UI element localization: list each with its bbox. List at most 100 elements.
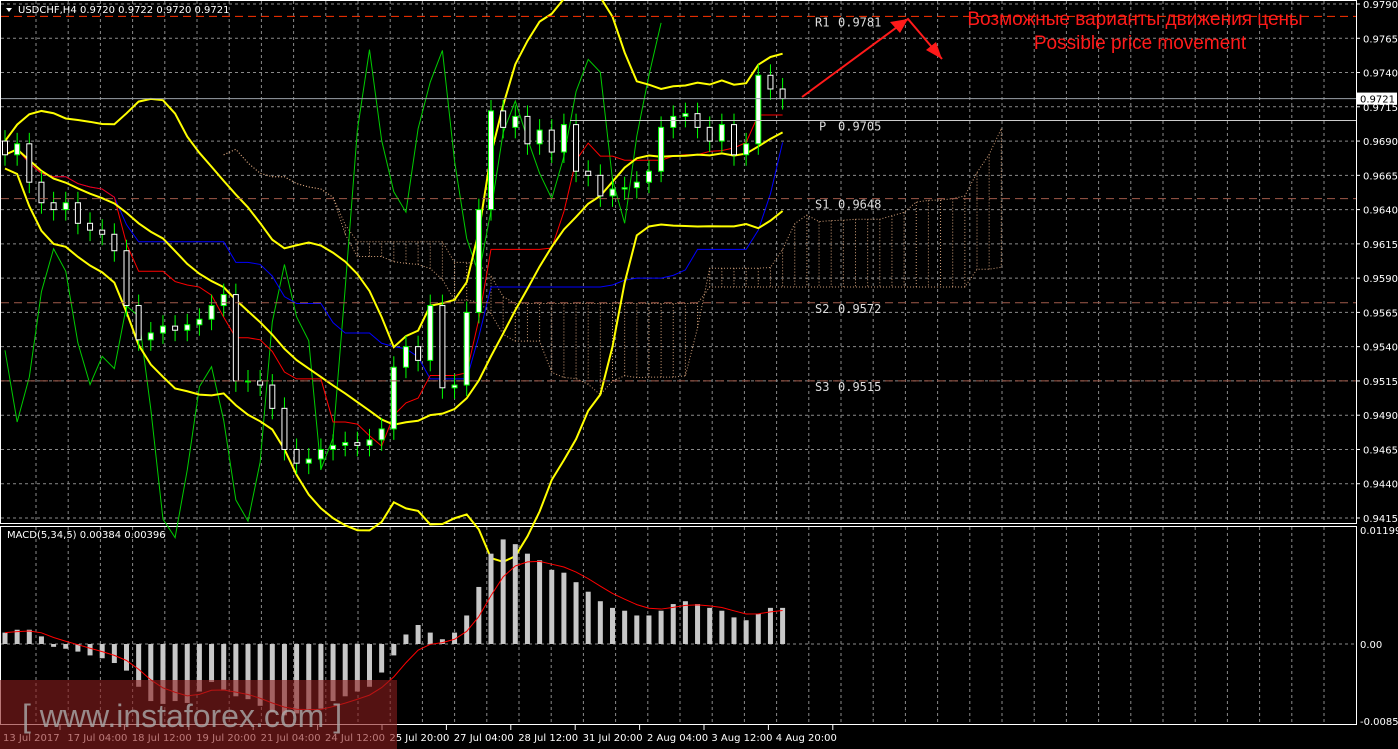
candle-body <box>184 324 191 331</box>
macd-histogram-bar <box>695 604 701 644</box>
pivot-value-s3: 0.9515 <box>838 380 881 394</box>
candle-body <box>123 250 130 307</box>
candle-body <box>512 115 519 128</box>
candle-body <box>767 74 774 90</box>
candle-body <box>609 188 616 197</box>
pivot-label-s1: S1 <box>815 198 829 212</box>
candle-body <box>14 143 21 156</box>
macd-y-tick-label: 0.01199 <box>1360 526 1398 537</box>
macd-histogram-bar <box>512 544 518 644</box>
y-tick-label: 0.9565 <box>1363 308 1398 319</box>
macd-histogram-bar <box>124 644 129 671</box>
annotation-en: Possible price movement <box>1034 33 1247 54</box>
macd-histogram-bar <box>780 607 786 644</box>
y-tick-label: 0.9690 <box>1363 137 1398 148</box>
macd-histogram-bar <box>415 624 421 644</box>
macd-histogram-bar <box>209 644 215 683</box>
macd-histogram-bar <box>500 539 506 644</box>
candle-body <box>560 124 567 153</box>
macd-histogram-bar <box>597 601 603 644</box>
candle-body <box>597 174 604 197</box>
candle-body <box>743 143 750 156</box>
current-price-label: 0.9721 <box>1360 95 1395 106</box>
x-tick-label: 2 Aug 04:00 <box>647 733 708 744</box>
y-tick-label: 0.9490 <box>1363 411 1398 422</box>
pivot-label-p: P <box>819 120 826 134</box>
macd-histogram-bar <box>87 644 93 656</box>
senkou-span-b <box>223 148 1002 304</box>
macd-histogram-bar <box>731 617 737 644</box>
y-tick-label: 0.9540 <box>1363 343 1398 354</box>
candle-body <box>670 115 677 128</box>
price-panel-frame <box>0 0 1357 524</box>
candle-body <box>573 124 580 172</box>
pivot-value-r1: 0.9781 <box>838 15 881 29</box>
candle-body <box>500 110 507 128</box>
candle-body <box>755 74 762 145</box>
candle-body <box>548 129 555 153</box>
ohlc-readout: 0.9720 0.9722 0.9720 0.9721 <box>80 5 230 16</box>
macd-histogram-bar <box>573 582 579 644</box>
bollinger-upper-line <box>4 0 783 349</box>
macd-histogram-bar <box>634 615 640 644</box>
candle-body <box>147 332 154 341</box>
y-tick-label: 0.9590 <box>1363 274 1398 285</box>
candle-body <box>463 311 470 386</box>
x-tick-label: 28 Jul 12:00 <box>518 733 578 744</box>
candle-body <box>330 444 337 450</box>
pivot-value-s1: 0.9648 <box>838 198 881 212</box>
candle-body <box>682 113 689 117</box>
macd-y-tick-label: 0.00 <box>1360 640 1382 651</box>
candle-body <box>633 181 640 189</box>
candle-body <box>427 305 434 361</box>
y-tick-label: 0.9465 <box>1363 445 1398 456</box>
pivot-label-s2: S2 <box>815 302 829 316</box>
candle-body <box>257 380 264 386</box>
pivot-value-s2: 0.9572 <box>838 302 881 316</box>
candle-body <box>779 88 786 100</box>
candle-body <box>658 126 665 172</box>
candle-body <box>415 346 422 361</box>
pivot-label-s3: S3 <box>815 380 829 394</box>
candle-body <box>305 458 312 464</box>
dropdown-triangle-icon <box>6 8 12 12</box>
candle-body <box>731 124 737 156</box>
macd-histogram-bar <box>622 610 628 644</box>
x-tick-label: 25 Jul 20:00 <box>389 733 449 744</box>
macd-histogram-bar <box>403 634 409 644</box>
candle-body <box>74 202 81 224</box>
candle-body <box>475 209 482 313</box>
candle-body <box>99 229 106 235</box>
macd-histogram-bar <box>561 572 567 644</box>
price-chart[interactable]: 0.97900.97650.97400.97150.96900.96650.96… <box>0 0 1398 749</box>
kijun-sen-line <box>4 142 784 380</box>
macd-histogram-bar <box>707 607 713 644</box>
macd-histogram-bar <box>2 632 8 644</box>
candle-body <box>488 110 494 211</box>
x-tick-label: 27 Jul 04:00 <box>454 733 514 744</box>
macd-histogram-bar <box>549 569 555 644</box>
macd-histogram-bar <box>26 629 32 644</box>
candle-body <box>50 202 57 211</box>
candle-body <box>293 448 300 464</box>
candle-body <box>451 384 458 389</box>
candle-body <box>232 294 239 382</box>
macd-label: MACD(5,34,5) 0.00384 0.00396 <box>7 530 166 541</box>
y-tick-label: 0.9790 <box>1363 0 1398 11</box>
macd-histogram-bar <box>767 607 773 644</box>
candle-body <box>111 233 118 252</box>
candle-body <box>621 187 628 190</box>
candle-body <box>366 439 373 446</box>
annotation-ru: Возможные варианты движения цены <box>967 9 1302 30</box>
macd-histogram-bar <box>111 644 117 664</box>
candle-body <box>62 202 69 211</box>
candle-body <box>87 222 94 231</box>
candle-body <box>439 305 446 389</box>
y-tick-label: 0.9640 <box>1363 206 1398 217</box>
candle-body <box>536 129 543 145</box>
candle-body <box>26 143 33 183</box>
candle-body <box>402 346 409 368</box>
arrowhead-icon <box>926 42 942 59</box>
candle-body <box>2 140 8 156</box>
macd-y-tick-label: -0.00856 <box>1360 717 1398 728</box>
